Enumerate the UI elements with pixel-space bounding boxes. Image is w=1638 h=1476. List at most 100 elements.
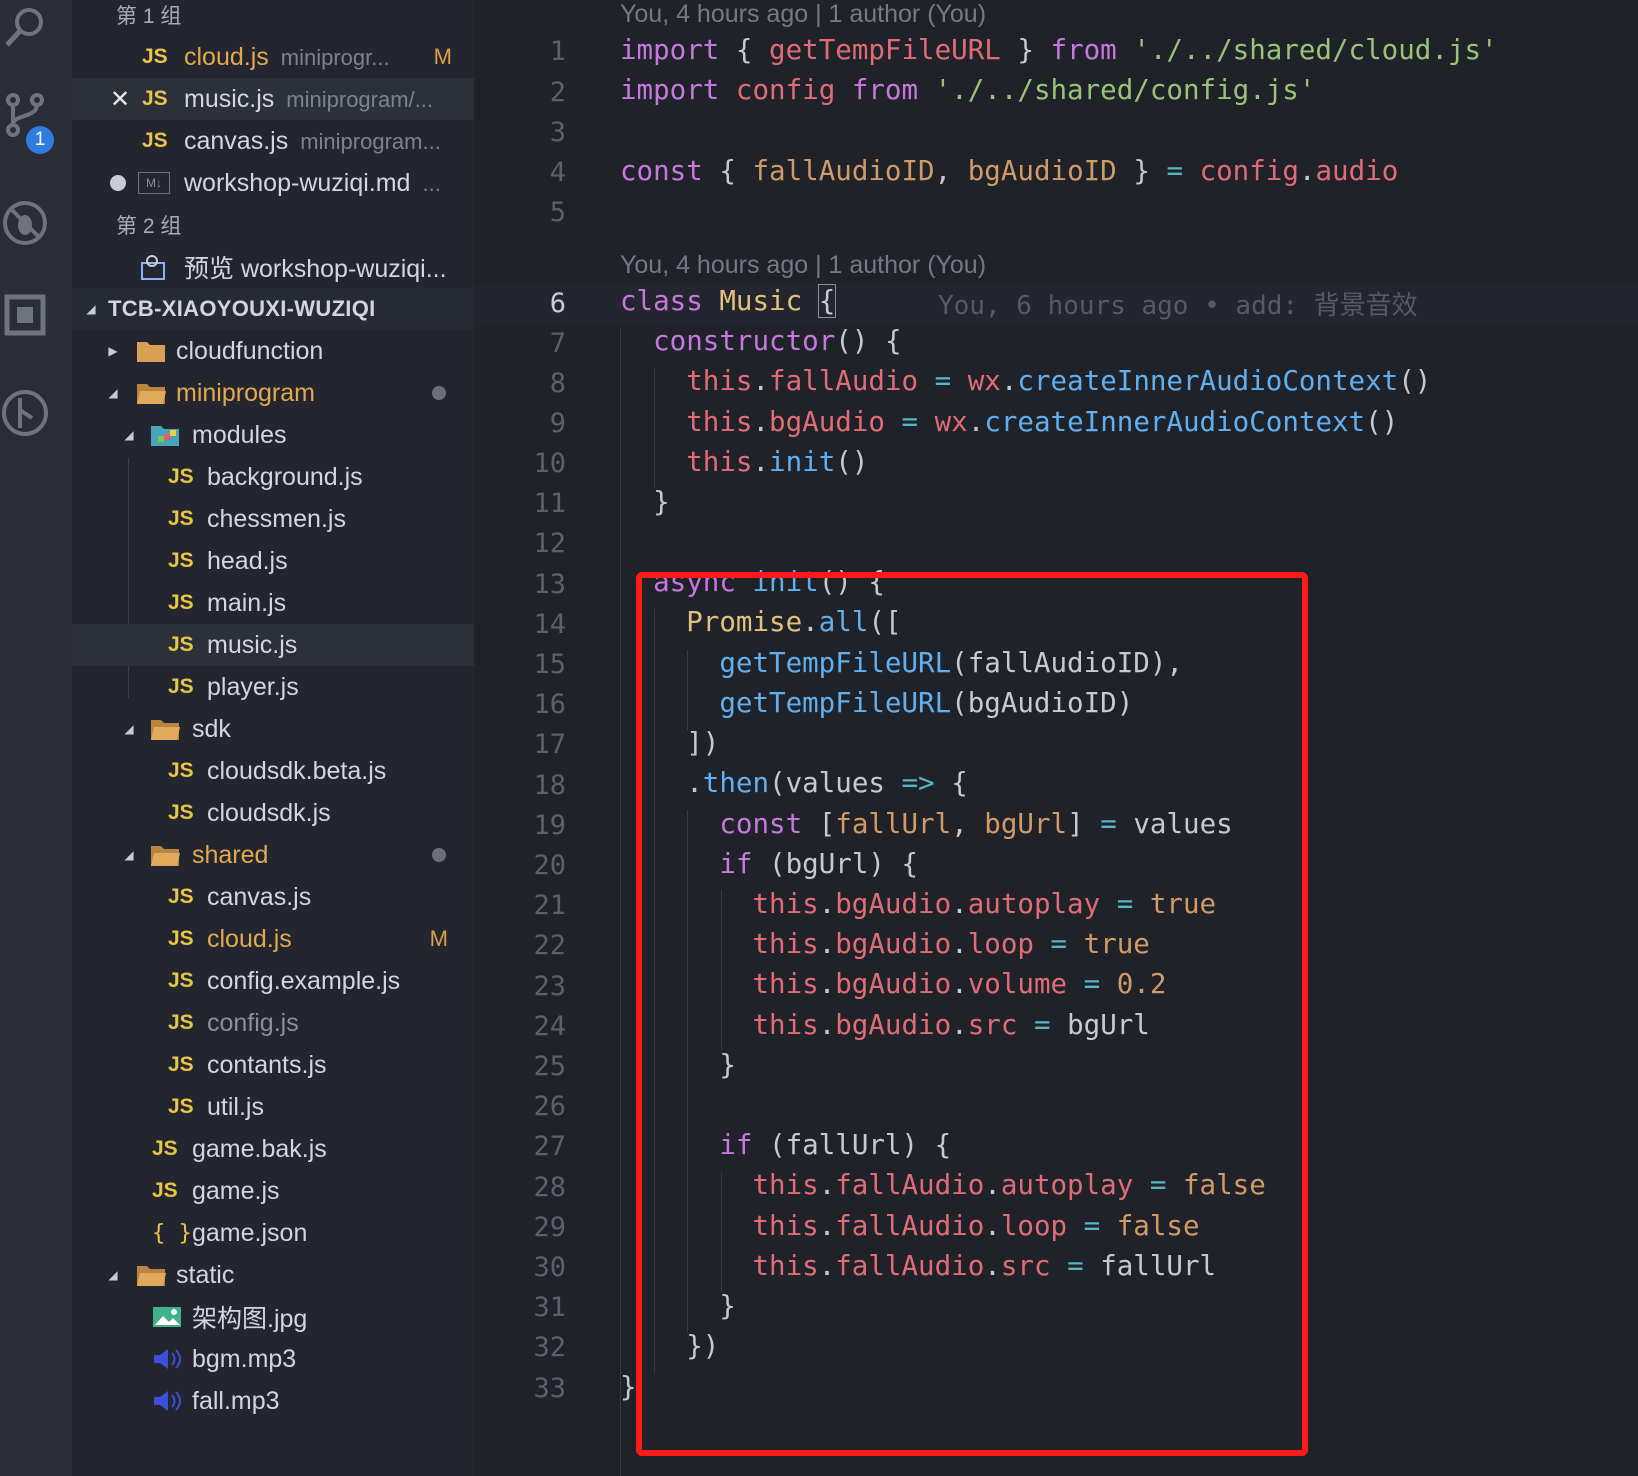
- js-file-icon: JS: [168, 507, 194, 530]
- line-number: 2: [549, 77, 566, 108]
- tree-file[interactable]: JS util.js: [72, 1086, 474, 1128]
- line-number: 33: [533, 1373, 566, 1404]
- line-number: 11: [533, 488, 566, 519]
- tree-file[interactable]: JS cloud.js M: [72, 918, 474, 960]
- line-number: 1: [549, 36, 566, 67]
- tree-item-label: music.js: [207, 630, 298, 659]
- codelens-blame[interactable]: You, 4 hours ago | 1 author (You): [620, 251, 986, 280]
- explorer-root[interactable]: ◢ TCB-XIAOYOUXI-WUZIQI: [72, 288, 474, 330]
- tree-folder[interactable]: ▶ cloudfunction: [72, 330, 474, 372]
- extensions-icon[interactable]: [0, 290, 50, 340]
- js-file-icon: JS: [168, 675, 194, 698]
- line-number: 6: [549, 288, 566, 319]
- search-icon[interactable]: [0, 2, 50, 52]
- js-file-icon: JS: [168, 969, 194, 992]
- open-editor-item[interactable]: 预览 workshop-wuziqi...: [72, 246, 474, 288]
- tree-item-label: background.js: [207, 462, 363, 491]
- open-editor-item[interactable]: M↓ workshop-wuziqi.md...: [72, 162, 474, 204]
- tree-item-label: sdk: [192, 714, 231, 743]
- line-number: 4: [549, 157, 566, 188]
- code-line[interactable]: this.init(): [620, 446, 868, 478]
- open-editors-group-2: 第 2 组: [72, 204, 474, 246]
- tree-file[interactable]: JS cloudsdk.beta.js: [72, 750, 474, 792]
- tree-item-label: cloudsdk.js: [207, 798, 331, 827]
- activity-bar: 1: [0, 0, 72, 1476]
- js-file-icon: JS: [168, 1095, 194, 1118]
- code-line[interactable]: import { getTempFileURL } from './../sha…: [620, 34, 1498, 66]
- tree-folder[interactable]: ◢ modules: [72, 414, 474, 456]
- modified-badge: M: [429, 926, 448, 951]
- tree-file[interactable]: JS head.js: [72, 540, 474, 582]
- unsaved-dot-icon[interactable]: [110, 175, 126, 191]
- line-number: 31: [533, 1292, 566, 1323]
- tree-file[interactable]: JS cloudsdk.js: [72, 792, 474, 834]
- tree-file[interactable]: JS game.js: [72, 1170, 474, 1212]
- code-line[interactable]: class Music {: [620, 284, 837, 318]
- explorer-sidebar: 第 1 组 JS cloud.js miniprogr... M ✕ JS mus…: [72, 0, 474, 1476]
- tree-file[interactable]: bgm.mp3: [72, 1338, 474, 1380]
- line-number: 16: [533, 689, 566, 720]
- tree-file[interactable]: JS player.js: [72, 666, 474, 708]
- code-line[interactable]: this.fallAudio = wx.createInnerAudioCont…: [620, 365, 1431, 397]
- open-editor-desc: miniprogram/...: [286, 86, 434, 112]
- line-number: 3: [549, 117, 566, 148]
- code-line[interactable]: this.bgAudio = wx.createInnerAudioContex…: [620, 406, 1398, 438]
- line-number: 9: [549, 408, 566, 439]
- tree-file[interactable]: JS canvas.js: [72, 876, 474, 918]
- modified-dot: [432, 848, 446, 862]
- audio-file-icon: [152, 1389, 182, 1413]
- expanded-chevron-icon: ◢: [124, 722, 134, 736]
- open-editor-item[interactable]: JS canvas.js miniprogram...: [72, 120, 474, 162]
- tree-item-label: contants.js: [207, 1050, 327, 1079]
- tree-file[interactable]: JS config.example.js: [72, 960, 474, 1002]
- tree-file[interactable]: 架构图.jpg: [72, 1296, 474, 1338]
- tree-folder[interactable]: ◢ miniprogram: [72, 372, 474, 414]
- code-line[interactable]: }: [620, 1371, 637, 1403]
- code-line[interactable]: const { fallAudioID, bgAudioID } = confi…: [620, 155, 1398, 187]
- js-file-icon: JS: [168, 591, 194, 614]
- tree-file[interactable]: { } game.json: [72, 1212, 474, 1254]
- open-editor-item[interactable]: ✕ JS music.js miniprogram/...: [72, 78, 474, 120]
- line-number: 17: [533, 729, 566, 760]
- line-number: 24: [533, 1011, 566, 1042]
- tree-file[interactable]: JS background.js: [72, 456, 474, 498]
- tree-file[interactable]: JS main.js: [72, 582, 474, 624]
- tree-file[interactable]: JS config.js: [72, 1002, 474, 1044]
- code-line[interactable]: import config from './../shared/config.j…: [620, 74, 1315, 106]
- tree-folder[interactable]: ◢ shared: [72, 834, 474, 876]
- tree-item-label: head.js: [207, 546, 288, 575]
- open-editor-name: 预览 workshop-wuziqi...: [184, 255, 447, 283]
- scm-badge: 1: [26, 126, 54, 154]
- tree-folder[interactable]: ◢ static: [72, 1254, 474, 1296]
- tree-item-label: cloudfunction: [176, 336, 324, 365]
- tree-item-label: game.bak.js: [192, 1134, 327, 1163]
- tree-file[interactable]: fall.mp3: [72, 1380, 474, 1422]
- close-icon[interactable]: ✕: [110, 85, 130, 114]
- folder-icon: [136, 339, 166, 363]
- code-line[interactable]: }: [620, 486, 670, 518]
- tree-folder[interactable]: ◢ sdk: [72, 708, 474, 750]
- git-history-icon[interactable]: [0, 388, 50, 438]
- markdown-file-icon: M↓: [138, 172, 170, 194]
- tree-item-label: player.js: [207, 672, 299, 701]
- tree-file[interactable]: JS chessmen.js: [72, 498, 474, 540]
- tree-item-label: cloudsdk.beta.js: [207, 756, 387, 785]
- js-file-icon: JS: [168, 633, 194, 656]
- expanded-chevron-icon: ◢: [124, 428, 134, 442]
- tree-item-label: main.js: [207, 588, 287, 617]
- tree-item-label: game.js: [192, 1176, 280, 1205]
- tree-file[interactable]: JS contants.js: [72, 1044, 474, 1086]
- js-file-icon: JS: [142, 129, 168, 152]
- open-editor-item[interactable]: JS cloud.js miniprogr... M: [72, 36, 474, 78]
- codelens-blame[interactable]: You, 4 hours ago | 1 author (You): [620, 0, 986, 29]
- open-editor-desc: miniprogram...: [300, 128, 441, 154]
- expanded-chevron-icon: ◢: [108, 386, 118, 400]
- code-line[interactable]: constructor() {: [620, 325, 901, 357]
- modified-dot: [432, 386, 446, 400]
- code-editor[interactable]: You, 4 hours ago | 1 author (You) You, 4…: [474, 0, 1638, 1476]
- inline-blame[interactable]: You, 6 hours ago • add: 背景音效: [938, 285, 1418, 322]
- audio-file-icon: [152, 1347, 182, 1371]
- tree-file-selected[interactable]: JS music.js: [72, 624, 474, 666]
- tree-file[interactable]: JS game.bak.js: [72, 1128, 474, 1170]
- debug-icon[interactable]: [0, 198, 50, 248]
